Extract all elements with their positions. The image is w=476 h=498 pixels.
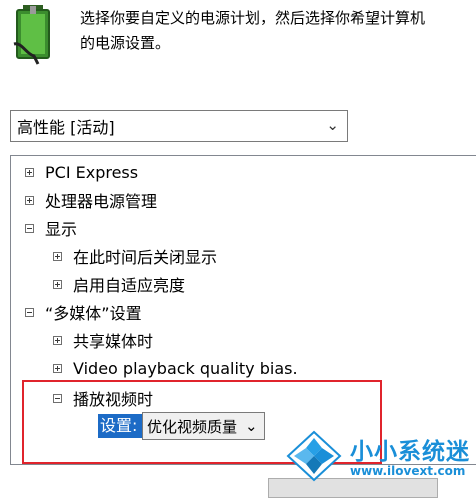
watermark-url: www.ilovext.com (350, 464, 466, 478)
description-line-2: 的电源设置。 (80, 34, 171, 52)
description-line-1: 选择你要自定义的电源计划，然后选择你希望计算机 (80, 9, 426, 27)
tree-item-adaptive-brightness[interactable]: 启用自适应亮度 (53, 270, 185, 298)
watermark-logo-icon (286, 430, 342, 482)
expand-plus-icon[interactable] (25, 195, 34, 205)
tree-item-label: 处理器电源管理 (45, 192, 158, 211)
tree-item-sharing-media[interactable]: 共享媒体时 (53, 326, 153, 354)
tree-item-label: Video playback quality bias. (73, 358, 298, 378)
expand-plus-icon[interactable] (25, 167, 34, 177)
tree-item-multimedia[interactable]: “多媒体”设置 (25, 298, 142, 326)
power-plan-dropdown[interactable]: 高性能 [活动] ⌄ (10, 110, 348, 142)
tree-item-label: 在此时间后关闭显示 (73, 248, 218, 267)
tree-item-video-quality-bias[interactable]: Video playback quality bias. (53, 354, 298, 382)
expand-plus-icon[interactable] (53, 279, 62, 289)
expand-plus-icon[interactable] (53, 363, 62, 373)
watermark-title: 小小系统迷 (350, 439, 470, 465)
tree-item-label: 显示 (45, 220, 78, 239)
chevron-down-icon: ⌄ (326, 116, 339, 134)
tree-item-pci-express[interactable]: PCI Express (25, 158, 138, 186)
tree-item-label: “多媒体”设置 (45, 304, 142, 323)
expand-plus-icon[interactable] (53, 251, 62, 261)
tree-item-label: 启用自适应亮度 (73, 276, 186, 295)
tree-item-turn-off-display[interactable]: 在此时间后关闭显示 (53, 242, 217, 270)
site-watermark: 小小系统迷 www.ilovext.com (286, 428, 476, 486)
expand-plus-icon[interactable] (53, 335, 62, 345)
tree-item-display[interactable]: 显示 (25, 214, 77, 242)
plan-description: 选择你要自定义的电源计划，然后选择你希望计算机 的电源设置。 (80, 6, 476, 56)
tree-item-label: PCI Express (45, 162, 139, 182)
power-plan-value: 高性能 [活动] (17, 118, 115, 137)
tree-item-processor-power[interactable]: 处理器电源管理 (25, 186, 157, 214)
tree-item-label: 共享媒体时 (73, 332, 154, 351)
power-battery-icon (13, 5, 50, 65)
collapse-minus-icon[interactable] (25, 307, 34, 317)
collapse-minus-icon[interactable] (25, 223, 34, 233)
